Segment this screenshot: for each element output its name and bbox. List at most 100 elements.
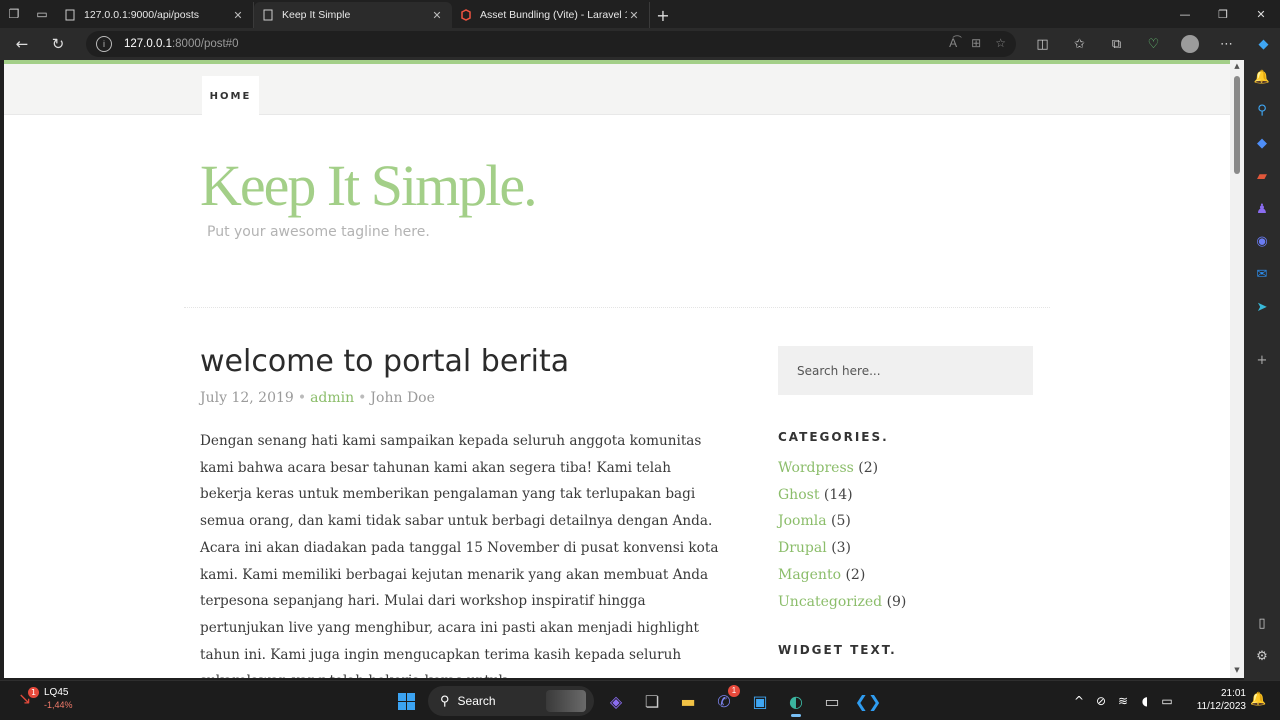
copilot-taskbar-icon[interactable]: ◈ <box>598 685 634 717</box>
copilot-app-icon[interactable]: ◉ <box>1252 233 1272 252</box>
more-options-icon[interactable]: ⋯ <box>1208 37 1245 52</box>
new-tab-button[interactable]: + <box>650 2 676 28</box>
refresh-icon[interactable]: ↻ <box>40 28 76 60</box>
tab-api-posts[interactable]: 127.0.0.1:9000/api/posts ✕ <box>56 2 254 28</box>
add-icon[interactable]: + <box>1252 351 1272 370</box>
shopping-icon[interactable]: ◆ <box>1252 134 1272 153</box>
chevron-up-icon[interactable]: ^ <box>1068 694 1090 708</box>
stock-change: -1,44% <box>44 700 73 710</box>
nav-home-link[interactable]: HOME <box>202 76 259 116</box>
category-link-drupal[interactable]: Drupal <box>778 540 827 556</box>
teams-icon[interactable]: ✆ 1 <box>706 685 742 717</box>
tools-icon[interactable]: ▰ <box>1252 167 1272 186</box>
vscode-icon[interactable]: ❮❯ <box>850 685 886 717</box>
category-count: (9) <box>886 593 907 610</box>
url-host: 127.0.0.1 <box>124 38 172 50</box>
site-info-icon[interactable]: i <box>96 36 112 52</box>
edge-taskbar-icon[interactable]: ◐ <box>778 685 814 717</box>
network-off-icon[interactable]: ⊘ <box>1090 694 1112 708</box>
scroll-down-icon[interactable]: ▼ <box>1232 666 1242 676</box>
stock-down-icon: ↘ 1 <box>18 687 39 709</box>
maximize-icon[interactable]: ❐ <box>1204 0 1242 28</box>
task-view-icon[interactable]: ❏ <box>634 685 670 717</box>
laravel-icon <box>460 9 472 21</box>
post-author-link[interactable]: admin <box>310 390 354 406</box>
tab-keep-it-simple[interactable]: Keep It Simple ✕ <box>254 2 452 28</box>
settings-icon[interactable]: ⚙ <box>1252 647 1272 666</box>
terminal-icon[interactable]: ▭ <box>814 685 850 717</box>
collections-icon[interactable]: ⧉ <box>1098 37 1135 52</box>
header-divider <box>184 307 1050 308</box>
toolbar-right: ◫ ✩ ⧉ ♡ ⋯ ◆ <box>1024 28 1280 60</box>
system-tray: ^ ⊘ ≋ ◖ ▭ <box>1068 685 1178 717</box>
clock-date: 11/12/2023 <box>1196 701 1246 712</box>
sidebar-layout-icon[interactable]: ▯ <box>1252 614 1272 633</box>
app-available-icon[interactable]: ⊞ <box>971 36 981 50</box>
notification-icon[interactable]: 🔔 <box>1252 68 1272 87</box>
category-link-ghost[interactable]: Ghost <box>778 487 819 503</box>
category-link-uncategorized[interactable]: Uncategorized <box>778 594 882 610</box>
favorite-star-icon[interactable]: ☆ <box>995 36 1006 50</box>
send-icon[interactable]: ➤ <box>1252 298 1272 317</box>
address-bar-actions: A͡ ⊞ ☆ <box>949 36 1006 50</box>
window-controls: — ❐ ✕ <box>1166 0 1280 28</box>
start-button[interactable] <box>388 685 424 717</box>
page-icon <box>64 9 76 21</box>
page-icon <box>262 9 274 21</box>
taskbar-search[interactable]: ⚲ Search <box>428 686 594 716</box>
post-meta: July 12, 2019 • admin • John Doe <box>200 390 435 406</box>
list-item: Ghost (14) <box>778 482 906 509</box>
tab-label: Keep It Simple <box>282 9 351 21</box>
back-arrow-icon[interactable]: ← <box>4 28 40 60</box>
address-bar[interactable]: i 127.0.0.1:8000/post#0 A͡ ⊞ ☆ <box>86 31 1016 57</box>
close-window-icon[interactable]: ✕ <box>1242 0 1280 28</box>
stock-badge: 1 <box>28 687 39 698</box>
favorites-icon[interactable]: ✩ <box>1061 37 1098 52</box>
post-title[interactable]: welcome to portal berita <box>200 344 569 379</box>
site-title[interactable]: Keep It Simple. <box>200 152 538 219</box>
browser-essentials-icon[interactable]: ♡ <box>1135 37 1172 52</box>
stock-widget[interactable]: ↘ 1 LQ45 -1,44% <box>18 687 73 711</box>
list-item: Uncategorized (9) <box>778 589 906 616</box>
battery-icon[interactable]: ▭ <box>1156 694 1178 708</box>
copilot-icon[interactable]: ◆ <box>1245 37 1280 52</box>
browser-tab-bar: ❐ ▭ 127.0.0.1:9000/api/posts ✕ Keep It S… <box>0 0 1280 28</box>
outlook-icon[interactable]: ✉ <box>1252 265 1272 284</box>
page-viewport: HOME Keep It Simple. Put your awesome ta… <box>4 60 1230 678</box>
meta-separator: • <box>358 390 367 406</box>
categories-heading: CATEGORIES. <box>778 430 889 444</box>
category-link-joomla[interactable]: Joomla <box>778 513 827 529</box>
page-scrollbar[interactable]: ▲ ▼ <box>1230 60 1244 678</box>
close-icon[interactable]: ✕ <box>627 9 641 22</box>
tab-actions-icon[interactable]: ▭ <box>28 0 56 28</box>
scroll-thumb[interactable] <box>1234 76 1240 174</box>
notification-bell-icon[interactable]: 🔔 <box>1250 692 1266 707</box>
url-path: :8000/post#0 <box>171 38 239 50</box>
file-explorer-icon[interactable]: ▬ <box>670 685 706 717</box>
workspaces-icon[interactable]: ❐ <box>0 0 28 28</box>
post-body: Dengan senang hati kami sampaikan kepada… <box>200 433 719 678</box>
games-icon[interactable]: ♟ <box>1252 200 1272 219</box>
close-icon[interactable]: ✕ <box>231 9 245 22</box>
minimize-icon[interactable]: — <box>1166 0 1204 28</box>
category-link-wordpress[interactable]: Wordpress <box>778 460 854 476</box>
edge-sidebar: 🔔 ⚲ ◆ ▰ ♟ ◉ ✉ ➤ + ▯ ⚙ <box>1244 60 1280 680</box>
taskbar-clock[interactable]: 21:01 11/12/2023 <box>1186 687 1246 713</box>
split-screen-icon[interactable]: ◫ <box>1024 37 1061 52</box>
volume-icon[interactable]: ◖ <box>1134 694 1156 708</box>
category-link-magento[interactable]: Magento <box>778 567 841 583</box>
store-icon[interactable]: ▣ <box>742 685 778 717</box>
search-highlight-image <box>546 690 586 712</box>
sidebar-search-input[interactable]: Search here... <box>778 346 1033 395</box>
scroll-up-icon[interactable]: ▲ <box>1232 62 1242 72</box>
close-icon[interactable]: ✕ <box>430 9 444 22</box>
profile-avatar[interactable] <box>1181 35 1199 53</box>
search-icon: ⚲ <box>440 693 450 708</box>
read-aloud-icon[interactable]: A͡ <box>949 36 957 50</box>
tab-laravel-vite[interactable]: Asset Bundling (Vite) - Laravel 10 ✕ <box>452 2 650 28</box>
windows-taskbar: ↘ 1 LQ45 -1,44% ⚲ Search ◈ ❏ ▬ ✆ 1 ▣ ◐ ▭ ❮… <box>0 680 1280 720</box>
tab-label: Asset Bundling (Vite) - Laravel 10 <box>480 9 627 21</box>
search-icon[interactable]: ⚲ <box>1252 101 1272 120</box>
clock-time: 21:01 <box>1220 688 1246 699</box>
wifi-icon[interactable]: ≋ <box>1112 694 1134 708</box>
